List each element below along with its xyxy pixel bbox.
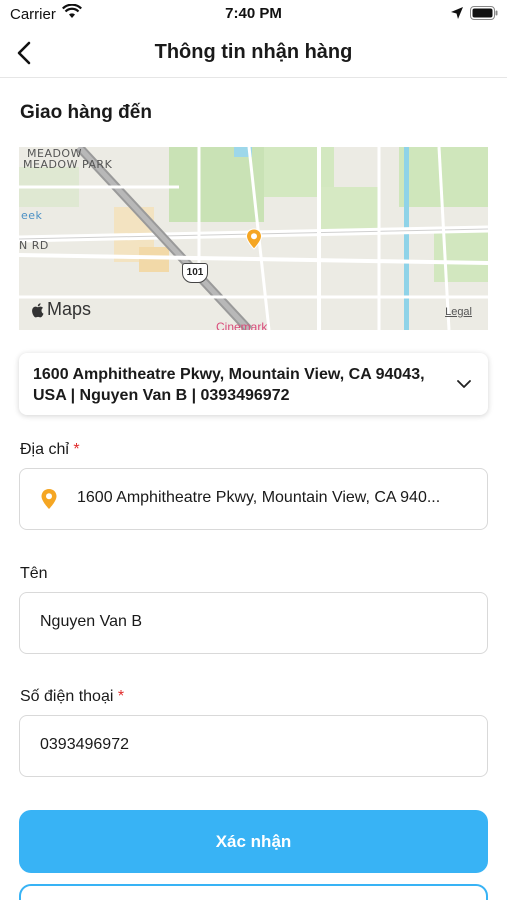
phone-field[interactable]: 0393496972 — [19, 715, 488, 777]
map-label: eek — [21, 209, 43, 222]
apple-logo-icon — [32, 302, 44, 317]
phone-value: 0393496972 — [40, 736, 129, 753]
map-poi-label: Cinemark — [216, 320, 268, 330]
address-field[interactable]: 1600 Amphitheatre Pkwy, Mountain View, C… — [19, 468, 488, 530]
battery-icon — [470, 6, 498, 20]
location-pin-icon — [41, 489, 57, 509]
saved-address-text: 1600 Amphitheatre Pkwy, Mountain View, C… — [33, 366, 425, 404]
section-title: Giao hàng đến — [20, 102, 152, 123]
highway-shield: 101 — [182, 263, 208, 283]
location-arrow-icon — [451, 7, 463, 19]
confirm-button[interactable]: Xác nhận — [19, 810, 488, 873]
map-view[interactable]: MEADOW MEADOW PARK N RD eek 101 Cinemark… — [19, 147, 488, 330]
address-label-text: Địa chỉ — [20, 441, 69, 458]
required-mark: * — [117, 688, 125, 705]
phone-label-text: Số điện thoại — [20, 688, 114, 705]
address-value: 1600 Amphitheatre Pkwy, Mountain View, C… — [77, 489, 441, 506]
status-time: 7:40 PM — [225, 5, 282, 22]
page-title: Thông tin nhận hàng — [154, 41, 353, 63]
map-pin-icon[interactable] — [245, 228, 263, 250]
name-value: Nguyen Van B — [40, 613, 142, 630]
map-label: N RD — [19, 239, 49, 252]
map-label: MEADOW PARK — [23, 158, 113, 171]
saved-address-dropdown[interactable]: 1600 Amphitheatre Pkwy, Mountain View, C… — [19, 353, 488, 415]
navigation-bar: Thông tin nhận hàng — [0, 28, 507, 78]
chevron-down-icon — [457, 380, 471, 388]
required-mark: * — [73, 441, 80, 458]
name-label: Tên — [20, 565, 48, 582]
address-label: Địa chỉ * — [20, 441, 80, 459]
map-legal-link[interactable]: Legal — [445, 306, 472, 318]
maps-brand: Maps — [31, 299, 91, 320]
name-field[interactable]: Nguyen Van B — [19, 592, 488, 654]
status-bar: Carrier 7:40 PM — [0, 0, 507, 28]
secondary-button[interactable] — [19, 884, 488, 900]
maps-brand-label: Maps — [47, 299, 92, 319]
phone-label: Số điện thoại * — [20, 688, 124, 706]
